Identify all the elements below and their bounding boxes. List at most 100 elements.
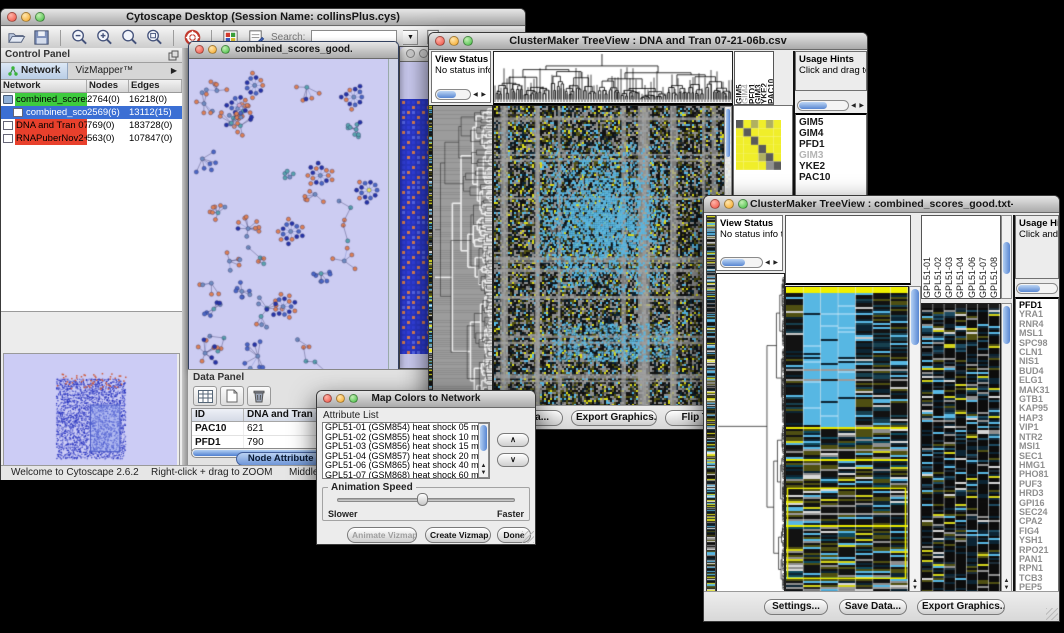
- minimize-icon[interactable]: [336, 394, 345, 403]
- close-icon[interactable]: [195, 45, 204, 54]
- col-edges[interactable]: Edges: [129, 80, 182, 92]
- network-name: RNAPuberNov2+l: [15, 132, 87, 145]
- combined-heatmap[interactable]: [786, 287, 908, 592]
- second-heatmap-frame: [921, 303, 1001, 593]
- row-dendrogram[interactable]: [717, 274, 784, 592]
- minimize-icon[interactable]: [449, 36, 459, 46]
- column-label[interactable]: GPL51-01 (GSM854): [922, 216, 933, 298]
- row-label[interactable]: PFD1: [799, 139, 866, 150]
- trash-button[interactable]: [247, 386, 271, 406]
- network-row[interactable]: combined_scores 2764(0) 16218(0): [1, 93, 182, 106]
- minimize-icon[interactable]: [419, 49, 428, 58]
- settings-button[interactable]: Settings...: [764, 599, 828, 615]
- animation-slider-thumb[interactable]: [417, 493, 428, 506]
- column-tree-area[interactable]: [785, 215, 911, 285]
- minimize-icon[interactable]: [21, 12, 31, 22]
- column-labels-scrollbar[interactable]: [1001, 215, 1012, 299]
- animation-speed-label: Animation Speed: [328, 482, 416, 493]
- toolbar-separator: [60, 30, 61, 46]
- column-label[interactable]: GPL51-04 (GSM857): [955, 216, 966, 298]
- network-row[interactable]: RNAPuberNov2+l 563(0) 107847(0): [1, 132, 182, 145]
- view-status-scrollbar[interactable]: ◀ ▶: [435, 88, 487, 100]
- row-label[interactable]: YKE2: [799, 161, 866, 172]
- column-label[interactable]: GPL51-02 (GSM855): [933, 216, 944, 298]
- column-dendrogram-frame: [493, 51, 733, 105]
- gene-list-scrollbar[interactable]: ▲▼: [1001, 303, 1012, 593]
- create-vizmap-button[interactable]: Create Vizmap: [425, 527, 491, 543]
- search-dropdown-icon[interactable]: ▼: [403, 30, 418, 45]
- attribute-item[interactable]: GPL51-07 (GSM868) heat shock 60 min: [323, 471, 489, 480]
- usage-scrollbar[interactable]: [1016, 282, 1058, 294]
- move-down-button[interactable]: ∨: [497, 453, 529, 467]
- zoom-fit-icon[interactable]: [145, 28, 164, 47]
- zoom-window-icon[interactable]: [463, 36, 473, 46]
- dialog-titlebar[interactable]: Map Colors to Network: [317, 391, 535, 408]
- network-canvas[interactable]: [189, 59, 390, 370]
- summary-heatmap[interactable]: [736, 120, 781, 170]
- zoom-out-icon[interactable]: [70, 28, 89, 47]
- row-label[interactable]: PAC10: [799, 172, 866, 183]
- new-document-button[interactable]: [220, 386, 244, 406]
- network-row[interactable]: DNA and Tran 07 769(0) 183728(0): [1, 119, 182, 132]
- minimize-icon[interactable]: [724, 199, 734, 209]
- dna-heatmap[interactable]: [494, 106, 732, 408]
- column-dendrogram[interactable]: [494, 52, 732, 102]
- row-dendrogram[interactable]: [433, 106, 492, 408]
- attribute-list-scrollbar[interactable]: ▲▼: [478, 423, 489, 478]
- tab-network[interactable]: Network: [1, 63, 68, 79]
- zoom-window-icon[interactable]: [738, 199, 748, 209]
- row-label[interactable]: GIM5: [799, 117, 866, 128]
- resize-grip[interactable]: [1046, 608, 1058, 620]
- combined-heatmap-scrollbar[interactable]: ▲▼: [909, 286, 921, 593]
- column-label[interactable]: GIM4: [741, 52, 747, 104]
- network-row[interactable]: combined_sco 2569(6) 13112(15): [1, 106, 182, 119]
- resize-grip[interactable]: [522, 531, 534, 543]
- column-label[interactable]: PAC10: [767, 52, 773, 104]
- column-label[interactable]: GPL51-03 (GSM856): [944, 216, 955, 298]
- minimize-icon[interactable]: [208, 45, 217, 54]
- column-label[interactable]: GPL51-08 (GSM872): [989, 216, 1000, 298]
- second-heatmap[interactable]: [922, 304, 1000, 592]
- view-status-scrollbar[interactable]: ◀ ▶: [720, 256, 779, 268]
- column-label[interactable]: GPL51-07 (GSM868): [978, 216, 989, 298]
- export-graphics-button[interactable]: Export Graphics...: [571, 410, 657, 426]
- close-icon[interactable]: [406, 49, 415, 58]
- zoom-window-icon[interactable]: [221, 45, 230, 54]
- row-label[interactable]: GIM3: [799, 150, 866, 161]
- control-panel-tabs: Network VizMapper™ ▶: [1, 63, 182, 80]
- open-folder-icon[interactable]: [7, 28, 26, 47]
- usage-scrollbar[interactable]: ◀ ▶: [797, 99, 865, 111]
- column-label[interactable]: GPL51-06 (GSM865): [967, 216, 978, 298]
- close-icon[interactable]: [323, 394, 332, 403]
- row-label[interactable]: GIM4: [799, 128, 866, 139]
- save-icon[interactable]: [32, 28, 51, 47]
- zoom-selected-icon[interactable]: [120, 28, 139, 47]
- export-graphics-button[interactable]: Export Graphics...: [917, 599, 1005, 615]
- network-scrollbar[interactable]: [388, 59, 398, 370]
- column-label[interactable]: YKE2: [760, 52, 766, 104]
- birdseye-view[interactable]: [4, 354, 177, 465]
- network-view-titlebar[interactable]: combined_scores_good.txt--cluste...: [189, 42, 398, 59]
- col-id[interactable]: ID: [192, 409, 244, 421]
- treeview-dna-titlebar[interactable]: ClusterMaker TreeView : DNA and Tran 07-…: [429, 33, 867, 50]
- zoom-window-icon[interactable]: [35, 12, 45, 22]
- col-network[interactable]: Network: [1, 80, 87, 92]
- network-name: DNA and Tran 07: [15, 119, 87, 132]
- tab-overflow-button[interactable]: ▶: [166, 63, 182, 79]
- close-icon[interactable]: [7, 12, 17, 22]
- close-icon[interactable]: [435, 36, 445, 46]
- close-icon[interactable]: [710, 199, 720, 209]
- treeview-combined-footer: Settings... Save Data... Export Graphics…: [704, 591, 1059, 621]
- zoom-window-icon[interactable]: [349, 394, 358, 403]
- save-data-button[interactable]: Save Data...: [839, 599, 907, 615]
- treeview-combined-titlebar[interactable]: ClusterMaker TreeView : combined_scores_…: [704, 196, 1059, 213]
- cytoscape-titlebar[interactable]: Cytoscape Desktop (Session Name: collins…: [1, 9, 525, 26]
- attribute-table-button[interactable]: [193, 386, 217, 406]
- float-icon[interactable]: [168, 50, 179, 61]
- col-nodes[interactable]: Nodes: [87, 80, 129, 92]
- zoom-in-icon[interactable]: [95, 28, 114, 47]
- network-nodes: 769(0): [87, 119, 129, 132]
- tab-vizmapper[interactable]: VizMapper™: [68, 63, 140, 79]
- move-up-button[interactable]: ∧: [497, 433, 529, 447]
- animate-vizmap-button[interactable]: Animate Vizmap: [347, 527, 417, 543]
